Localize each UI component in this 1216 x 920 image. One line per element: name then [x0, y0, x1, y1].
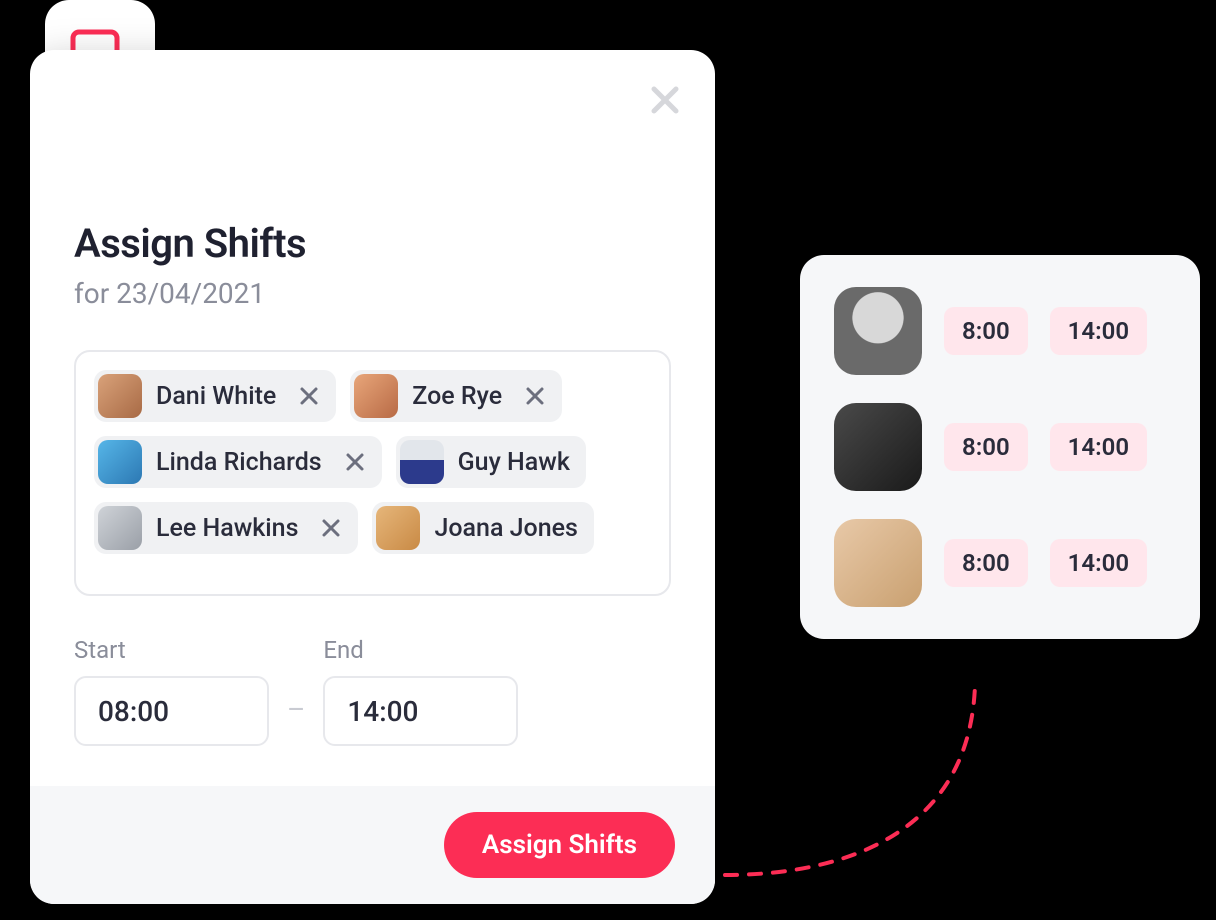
- start-label: Start: [74, 636, 269, 664]
- avatar: [834, 287, 922, 375]
- connector-line: [720, 680, 1020, 900]
- dialog-title: Assign Shifts: [74, 220, 671, 267]
- person-name: Zoe Rye: [412, 382, 516, 411]
- shift-row: 8:00 14:00: [834, 287, 1166, 375]
- close-icon: [321, 518, 341, 538]
- shift-end-time: 14:00: [1050, 307, 1147, 355]
- close-icon: [299, 386, 319, 406]
- close-button[interactable]: [643, 78, 687, 122]
- shift-row: 8:00 14:00: [834, 403, 1166, 491]
- person-name: Guy Hawk: [458, 448, 578, 477]
- avatar: [354, 374, 398, 418]
- person-chip[interactable]: Joana Jones: [372, 502, 593, 554]
- person-chip[interactable]: Zoe Rye: [350, 370, 562, 422]
- person-chip[interactable]: Dani White: [94, 370, 336, 422]
- close-icon: [525, 386, 545, 406]
- dialog-footer: Assign Shifts: [30, 786, 715, 904]
- person-chip[interactable]: Guy Hawk: [396, 436, 586, 488]
- assign-shifts-button[interactable]: Assign Shifts: [444, 812, 675, 878]
- people-selector[interactable]: Dani White Zoe Rye Linda Richards: [74, 350, 671, 596]
- dialog-subtitle: for 23/04/2021: [74, 277, 671, 310]
- person-name: Dani White: [156, 382, 290, 411]
- avatar: [376, 506, 420, 550]
- avatar: [834, 403, 922, 491]
- avatar: [98, 374, 142, 418]
- shift-start-time: 8:00: [944, 423, 1028, 471]
- avatar: [98, 506, 142, 550]
- shift-end-time: 14:00: [1050, 539, 1147, 587]
- avatar: [98, 440, 142, 484]
- person-name: Linda Richards: [156, 448, 336, 477]
- time-range-separator: –: [287, 693, 305, 746]
- person-name: Joana Jones: [434, 514, 585, 543]
- end-label: End: [323, 636, 518, 664]
- remove-person-button[interactable]: [516, 377, 554, 415]
- end-time-input[interactable]: [323, 676, 518, 746]
- close-icon: [650, 85, 680, 115]
- remove-person-button[interactable]: [290, 377, 328, 415]
- assigned-shifts-card: 8:00 14:00 8:00 14:00 8:00 14:00: [800, 255, 1200, 639]
- person-chip[interactable]: Linda Richards: [94, 436, 382, 488]
- person-chip[interactable]: Lee Hawkins: [94, 502, 358, 554]
- shift-start-time: 8:00: [944, 539, 1028, 587]
- avatar: [400, 440, 444, 484]
- shift-start-time: 8:00: [944, 307, 1028, 355]
- assign-shifts-dialog: Assign Shifts for 23/04/2021 Dani White …: [30, 50, 715, 904]
- remove-person-button[interactable]: [312, 509, 350, 547]
- avatar: [834, 519, 922, 607]
- start-time-input[interactable]: [74, 676, 269, 746]
- shift-row: 8:00 14:00: [834, 519, 1166, 607]
- person-name: Lee Hawkins: [156, 514, 312, 543]
- close-icon: [345, 452, 365, 472]
- remove-person-button[interactable]: [336, 443, 374, 481]
- shift-end-time: 14:00: [1050, 423, 1147, 471]
